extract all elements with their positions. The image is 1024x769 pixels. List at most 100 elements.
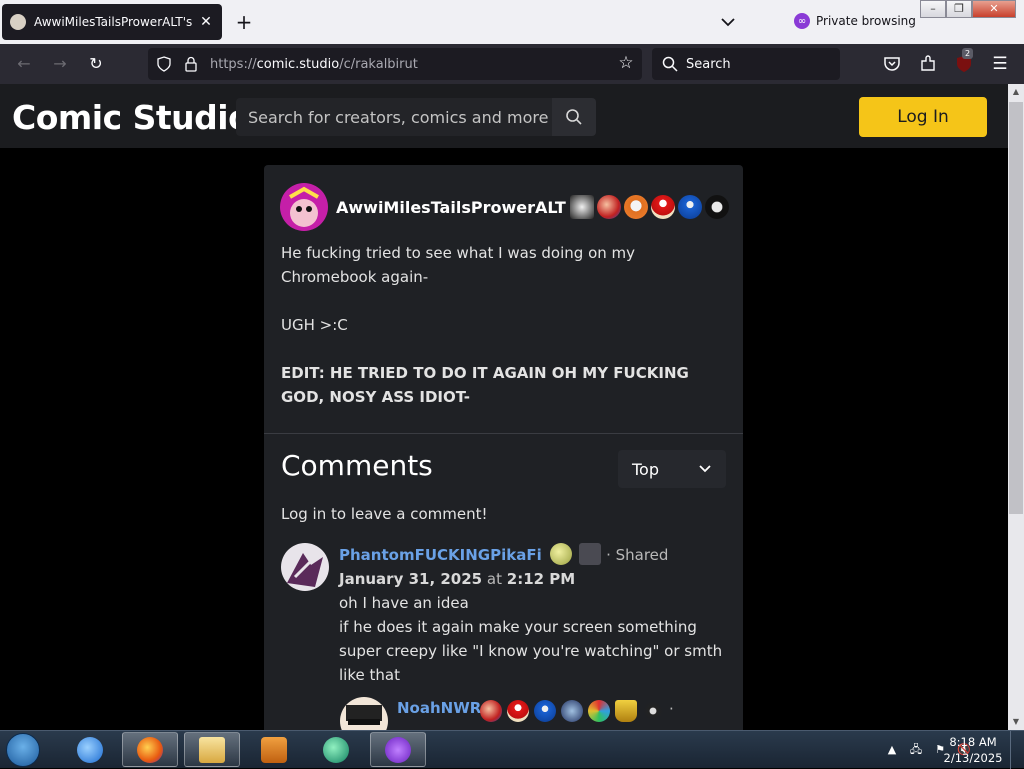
url-path: /c/rakalbirut xyxy=(339,56,418,72)
bookmark-star-icon[interactable]: ☆ xyxy=(616,53,636,73)
forward-button[interactable]: → xyxy=(48,52,72,76)
trophy-badge-icon xyxy=(615,700,637,722)
close-window-button[interactable]: ✕ xyxy=(972,0,1016,18)
address-bar[interactable]: https://comic.studio/c/rakalbirut ☆ xyxy=(148,48,642,80)
post-card: AwwiMilesTailsProwerALT He fucking tried… xyxy=(264,165,743,730)
taskbar-file-explorer[interactable] xyxy=(184,732,240,767)
reply-item: NoahNWR · xyxy=(340,697,740,730)
tab-favicon-icon xyxy=(10,14,26,30)
tracking-shield-icon[interactable] xyxy=(156,56,172,72)
hamburger-menu-icon[interactable]: ☰ xyxy=(990,54,1010,74)
commenter-avatar[interactable] xyxy=(281,543,329,591)
comment-header: PhantomFUCKINGPikaFi · Shared January 31… xyxy=(339,543,726,591)
post-edit-note: EDIT: HE TRIED TO DO IT AGAIN OH MY FUCK… xyxy=(281,364,689,406)
sign-badge-icon xyxy=(579,543,602,565)
comment-sort-select[interactable]: Top xyxy=(618,450,726,488)
site-search-button[interactable] xyxy=(552,98,596,136)
spider-badge-icon xyxy=(642,700,664,722)
wario-face-badge-icon xyxy=(569,195,594,219)
comment-text-line: if he does it again make your screen som… xyxy=(339,618,723,684)
egg-badge-icon xyxy=(549,543,572,565)
scroll-down-arrow-icon[interactable]: ▼ xyxy=(1008,714,1024,730)
close-tab-icon[interactable]: ✕ xyxy=(198,14,214,30)
mushroom-badge-icon xyxy=(507,700,529,722)
windows-taskbar: ▲ 🖧 ⚑ 🔇 8:18 AM 2/13/2025 xyxy=(0,730,1024,769)
page-scrollbar[interactable]: ▲ ▼ xyxy=(1008,84,1024,730)
post-header: AwwiMilesTailsProwerALT xyxy=(280,183,732,231)
browser-nav-toolbar: ← → ↻ https://comic.studio/c/rakalbirut … xyxy=(0,44,1024,84)
start-button[interactable] xyxy=(6,733,40,767)
chevron-down-icon xyxy=(699,465,711,473)
reply-author-avatar[interactable] xyxy=(340,697,388,730)
reply-meta-separator: · xyxy=(669,700,674,718)
show-desktop-button[interactable] xyxy=(1010,731,1024,769)
url-domain: comic.studio xyxy=(256,56,340,72)
browser-search-box[interactable]: Search xyxy=(652,48,840,80)
comment-sort-value: Top xyxy=(632,459,659,479)
login-button[interactable]: Log In xyxy=(859,97,987,137)
browser-tab-strip: AwwiMilesTailsProwerALT's Post ✕ + ∞ Pri… xyxy=(0,0,1024,44)
pocket-icon[interactable] xyxy=(882,54,902,74)
search-icon xyxy=(566,109,582,125)
dark-orb-badge-icon xyxy=(704,195,729,219)
comments-heading: Comments xyxy=(281,449,433,482)
post-author-badges xyxy=(569,195,732,219)
mushroom-badge-icon xyxy=(650,195,675,219)
clock-time: 8:18 AM xyxy=(949,735,997,749)
taskbar-private-firefox[interactable] xyxy=(370,732,426,767)
scroll-up-arrow-icon[interactable]: ▲ xyxy=(1008,84,1024,100)
scroll-thumb[interactable] xyxy=(1009,102,1023,514)
taskbar-media-player[interactable] xyxy=(246,732,302,767)
site-search-input[interactable] xyxy=(236,98,552,136)
minimize-window-button[interactable]: – xyxy=(920,0,946,18)
comment-content: PhantomFUCKINGPikaFi · Shared January 31… xyxy=(339,543,726,687)
lock-icon[interactable] xyxy=(184,56,198,72)
extension-badge-count: 2 xyxy=(962,48,974,59)
site-logo[interactable]: Comic Studio xyxy=(12,98,251,137)
pokeball-badge-icon xyxy=(623,195,648,219)
media-player-icon xyxy=(261,736,287,763)
commenter-username[interactable]: PhantomFUCKINGPikaFi xyxy=(339,546,542,564)
post-body: He fucking tried to see what I was doing… xyxy=(281,241,726,409)
login-to-comment-link[interactable]: Log in to leave a comment! xyxy=(281,505,488,523)
taskbar-internet-explorer[interactable] xyxy=(62,732,118,767)
tray-expand-icon[interactable]: ▲ xyxy=(884,742,900,758)
ublock-extension-icon[interactable]: 2 xyxy=(954,48,974,74)
post-body-line: He fucking tried to see what I was doing… xyxy=(281,244,636,286)
private-browsing-label: Private browsing xyxy=(816,14,916,28)
url-prefix: https:// xyxy=(210,56,257,72)
private-mask-icon: ∞ xyxy=(794,13,810,29)
post-author-avatar[interactable] xyxy=(280,183,328,231)
browser-tab-active[interactable]: AwwiMilesTailsProwerALT's Post ✕ xyxy=(2,4,222,40)
comment-at-label: at xyxy=(486,570,502,588)
blue-character-badge-icon xyxy=(561,700,583,722)
comment-time: 2:12 PM xyxy=(506,570,576,588)
site-header: Comic Studio Log In xyxy=(0,84,1008,148)
private-browsing-indicator: ∞ Private browsing xyxy=(794,13,916,29)
taskbar-clock[interactable]: 8:18 AM 2/13/2025 xyxy=(940,734,1006,766)
post-divider xyxy=(264,433,743,434)
reply-author-badges: · xyxy=(480,700,674,722)
chaos-emeralds-badge-icon xyxy=(588,700,610,722)
network-icon[interactable]: 🖧 xyxy=(908,742,924,758)
firefox-icon xyxy=(137,736,163,763)
new-tab-button[interactable]: + xyxy=(232,10,256,34)
globe-icon xyxy=(323,736,349,763)
chevron-down-icon[interactable] xyxy=(718,12,738,32)
tab-title: AwwiMilesTailsProwerALT's Post xyxy=(34,15,192,29)
comment-shared-label: · Shared xyxy=(606,546,669,564)
taskbar-firefox[interactable] xyxy=(122,732,178,767)
browser-search-placeholder: Search xyxy=(686,56,731,72)
post-author-username[interactable]: AwwiMilesTailsProwerALT xyxy=(336,198,566,217)
reload-button[interactable]: ↻ xyxy=(84,52,108,76)
back-button[interactable]: ← xyxy=(12,52,36,76)
sonic-badge-icon xyxy=(534,700,556,722)
taskbar-globe-app[interactable] xyxy=(308,732,364,767)
maximize-window-button[interactable]: ❐ xyxy=(946,0,972,18)
boyfriend-fnf-badge-icon xyxy=(480,700,502,722)
reply-author-username[interactable]: NoahNWR xyxy=(397,699,481,717)
clock-date: 2/13/2025 xyxy=(943,751,1003,765)
extensions-puzzle-icon[interactable] xyxy=(918,54,938,74)
url-text: https://comic.studio/c/rakalbirut xyxy=(210,57,418,72)
internet-explorer-icon xyxy=(77,736,103,763)
